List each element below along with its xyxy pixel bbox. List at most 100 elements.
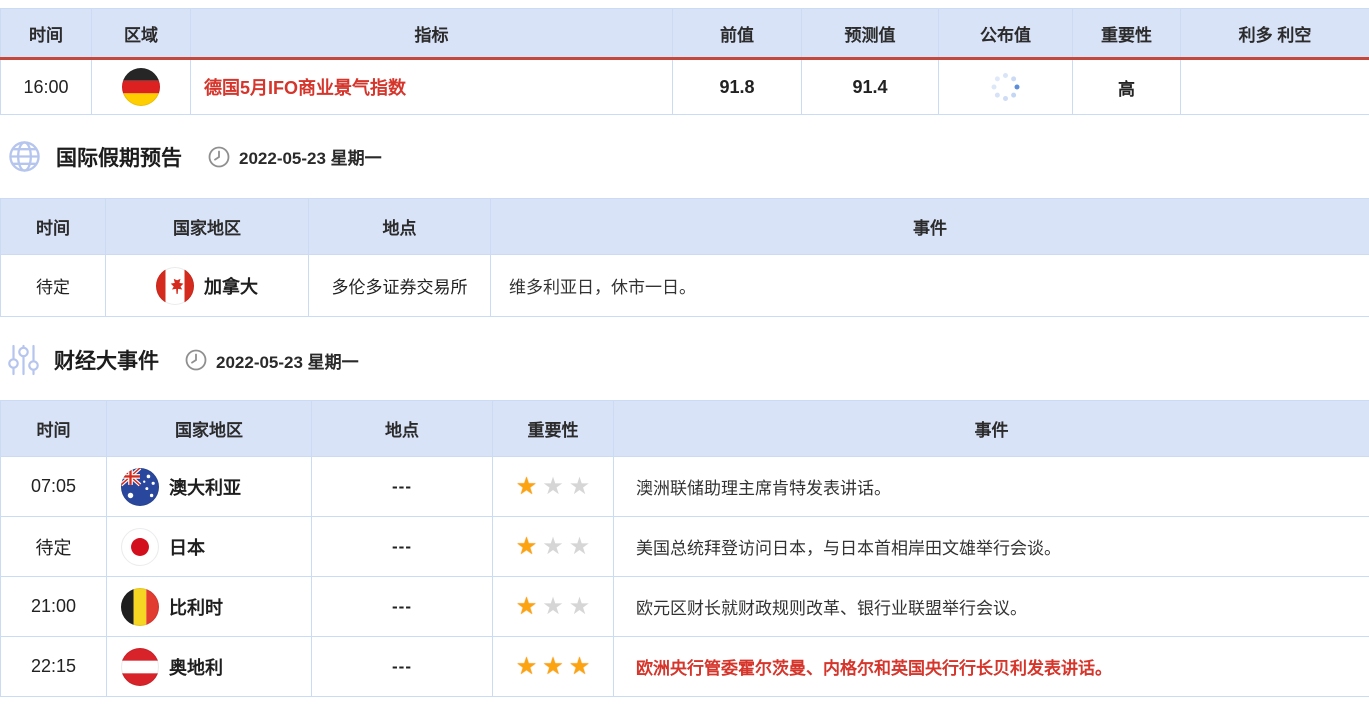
star-icon: ★ [542, 535, 564, 559]
clock-icon [208, 146, 230, 168]
country-name: 澳大利亚 [169, 474, 241, 500]
importance-stars: ★★★ [516, 595, 591, 619]
location-cell: --- [312, 637, 493, 697]
germany-flag-icon [122, 68, 160, 106]
events-table: 时间 国家地区 地点 重要性 事件 07:05 澳大利亚 --- ★★★ 澳洲联… [0, 400, 1369, 697]
column-header-importance: 重要性 [1073, 9, 1181, 59]
country-cell: 奥地利 [107, 637, 312, 697]
japan-flag-icon [121, 528, 159, 566]
events-section-date: 2022-05-23 星期一 [216, 348, 359, 373]
events-section-header: 财经大事件 2022-05-23 星期一 [0, 343, 1369, 377]
event-cell: 维多利亚日，休市一日。 [491, 255, 1369, 317]
austria-flag-icon [121, 648, 159, 686]
bull-bear-cell [1181, 59, 1369, 115]
star-icon: ★ [542, 475, 564, 499]
importance-stars: ★★★ [516, 655, 591, 679]
time-cell: 16:00 [1, 59, 92, 115]
published-value-cell [939, 59, 1073, 115]
loading-spinner-icon [991, 72, 1021, 102]
event-cell: 美国总统拜登访问日本，与日本首相岸田文雄举行会谈。 [614, 517, 1369, 577]
column-header-previous: 前值 [673, 9, 802, 59]
country-cell: 日本 [107, 517, 312, 577]
star-icon: ★ [569, 655, 591, 679]
holiday-table-header-row: 时间 国家地区 地点 事件 [1, 199, 1369, 255]
country-cell: 加拿大 [106, 255, 309, 317]
holiday-section-header: 国际假期预告 2022-05-23 星期一 [0, 140, 1369, 173]
country-name: 加拿大 [204, 273, 258, 299]
column-header-location: 地点 [312, 401, 493, 457]
location-cell: 多伦多证券交易所 [309, 255, 491, 317]
column-header-location: 地点 [309, 199, 491, 255]
star-icon: ★ [516, 595, 538, 619]
event-cell: 欧洲央行管委霍尔茨曼、内格尔和英国央行行长贝利发表讲话。 [614, 637, 1369, 697]
previous-value-cell: 91.8 [673, 59, 802, 115]
column-header-published: 公布值 [939, 9, 1073, 59]
events-table-header-row: 时间 国家地区 地点 重要性 事件 [1, 401, 1369, 457]
events-section-title: 财经大事件 [54, 345, 159, 375]
importance-cell: ★★★ [493, 577, 614, 637]
event-row[interactable]: 21:00 比利时 --- ★★★ 欧元区财长就财政规则改革、银行业联盟举行会议… [1, 577, 1369, 637]
event-row[interactable]: 22:15 奥地利 --- ★★★ 欧洲央行管委霍尔茨曼、内格尔和英国央行行长贝… [1, 637, 1369, 697]
indicator-row[interactable]: 16:00 德国5月IFO商业景气指数 91.8 91.4 高 [1, 59, 1369, 115]
time-cell: 07:05 [1, 457, 107, 517]
indicator-table-header-row: 时间 区域 指标 前值 预测值 公布值 重要性 利多 利空 [1, 9, 1369, 59]
star-icon: ★ [569, 475, 591, 499]
belgium-flag-icon [121, 588, 159, 626]
holiday-section-title: 国际假期预告 [56, 142, 182, 172]
column-header-country: 国家地区 [107, 401, 312, 457]
importance-cell: ★★★ [493, 637, 614, 697]
australia-flag-icon [121, 468, 159, 506]
holiday-row[interactable]: 待定 加拿大 多伦多证券交易所 维多利亚日，休市一日。 [1, 255, 1369, 317]
country-name: 奥地利 [169, 654, 223, 680]
country-cell: 比利时 [107, 577, 312, 637]
holiday-section-date: 2022-05-23 星期一 [239, 144, 382, 169]
star-icon: ★ [569, 595, 591, 619]
sliders-icon [8, 343, 39, 377]
time-cell: 待定 [1, 517, 107, 577]
forecast-value-cell: 91.4 [802, 59, 939, 115]
economic-calendar-page: 时间 区域 指标 前值 预测值 公布值 重要性 利多 利空 16:00 德国5月… [0, 8, 1369, 697]
clock-icon [185, 349, 207, 371]
column-header-time: 时间 [1, 199, 106, 255]
importance-stars: ★★★ [516, 535, 591, 559]
indicator-name-cell: 德国5月IFO商业景气指数 [191, 59, 673, 115]
column-header-time: 时间 [1, 9, 92, 59]
location-cell: --- [312, 457, 493, 517]
globe-icon [8, 140, 41, 173]
holiday-table: 时间 国家地区 地点 事件 待定 加拿大 多伦多证券交易所 维多利亚日，休市一日… [0, 198, 1369, 317]
country-name: 比利时 [169, 594, 223, 620]
event-cell: 澳洲联储助理主席肯特发表讲话。 [614, 457, 1369, 517]
column-header-forecast: 预测值 [802, 9, 939, 59]
star-icon: ★ [542, 595, 564, 619]
importance-stars: ★★★ [516, 475, 591, 499]
event-row[interactable]: 待定 日本 --- ★★★ 美国总统拜登访问日本，与日本首相岸田文雄举行会谈。 [1, 517, 1369, 577]
column-header-time: 时间 [1, 401, 107, 457]
star-icon: ★ [516, 655, 538, 679]
event-row[interactable]: 07:05 澳大利亚 --- ★★★ 澳洲联储助理主席肯特发表讲话。 [1, 457, 1369, 517]
importance-cell: 高 [1073, 59, 1181, 115]
column-header-country: 国家地区 [106, 199, 309, 255]
column-header-bull-bear: 利多 利空 [1181, 9, 1369, 59]
location-cell: --- [312, 517, 493, 577]
location-cell: --- [312, 577, 493, 637]
star-icon: ★ [542, 655, 564, 679]
star-icon: ★ [516, 535, 538, 559]
region-cell [92, 59, 191, 115]
column-header-event: 事件 [491, 199, 1369, 255]
star-icon: ★ [516, 475, 538, 499]
event-cell: 欧元区财长就财政规则改革、银行业联盟举行会议。 [614, 577, 1369, 637]
column-header-region: 区域 [92, 9, 191, 59]
importance-cell: ★★★ [493, 517, 614, 577]
column-header-importance: 重要性 [493, 401, 614, 457]
star-icon: ★ [569, 535, 591, 559]
indicator-table: 时间 区域 指标 前值 预测值 公布值 重要性 利多 利空 16:00 德国5月… [0, 8, 1369, 115]
country-name: 日本 [169, 534, 205, 560]
country-cell: 澳大利亚 [107, 457, 312, 517]
time-cell: 待定 [1, 255, 106, 317]
column-header-event: 事件 [614, 401, 1369, 457]
canada-flag-icon [156, 267, 194, 305]
time-cell: 21:00 [1, 577, 107, 637]
time-cell: 22:15 [1, 637, 107, 697]
column-header-indicator: 指标 [191, 9, 673, 59]
importance-cell: ★★★ [493, 457, 614, 517]
